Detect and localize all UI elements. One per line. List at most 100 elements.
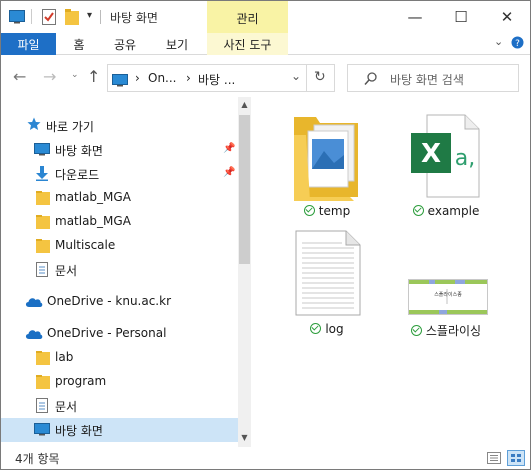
- nav-quick-access[interactable]: 바로 가기: [1, 114, 238, 138]
- nav-label: 바탕 화면: [55, 144, 103, 158]
- address-bar[interactable]: › On... › 바탕 ... ⌄ ↻: [107, 64, 335, 92]
- nav-onedrive-personal[interactable]: OneDrive - Personal: [1, 322, 238, 346]
- refresh-icon[interactable]: ↻: [314, 69, 326, 85]
- title-bar: ▾ 바탕 화면 관리 — ☐ ✕: [1, 1, 530, 33]
- nav-documents[interactable]: 문서: [1, 258, 238, 282]
- nav-desktop-pinned[interactable]: 바탕 화면 📌: [1, 138, 238, 162]
- tab-share[interactable]: 공유: [105, 33, 145, 55]
- nav-onedrive-knu[interactable]: OneDrive - knu.ac.kr: [1, 290, 238, 314]
- tab-picture-tools[interactable]: 사진 도구: [207, 33, 288, 55]
- file-list-pane: temp X a, example log 스플라이스종 스플라이싱: [252, 97, 530, 447]
- address-desktop-icon: [112, 72, 128, 91]
- nav-label: program: [55, 374, 107, 388]
- desktop-icon: [34, 423, 50, 439]
- forward-arrow-icon[interactable]: →: [43, 67, 56, 86]
- ribbon-tabs: 파일 홈 공유 보기 사진 도구 ⌄ ?: [1, 33, 530, 55]
- details-view-icon[interactable]: [487, 452, 501, 467]
- nav-label: OneDrive - knu.ac.kr: [47, 294, 172, 308]
- file-explorer-window: ▾ 바탕 화면 관리 — ☐ ✕ 파일 홈 공유 보기 사진 도구 ⌄ ? ← …: [0, 0, 531, 470]
- file-name: example: [427, 204, 480, 218]
- sync-check-icon: [412, 205, 424, 216]
- nav-label: 바로 가기: [46, 120, 94, 134]
- svg-text:X: X: [421, 139, 441, 169]
- window-title: 바탕 화면: [110, 11, 158, 25]
- close-icon: ✕: [500, 8, 514, 26]
- help-icon[interactable]: ?: [511, 36, 524, 52]
- pin-icon[interactable]: 📌: [223, 143, 235, 154]
- folder-icon: [36, 239, 50, 256]
- nav-label: lab: [55, 350, 74, 364]
- folder-icon: [36, 215, 50, 232]
- qat-dropdown-icon[interactable]: ▾: [87, 10, 92, 21]
- image-thumbnail-icon: 스플라이스종: [408, 279, 488, 315]
- manage-context-tab[interactable]: 관리: [207, 1, 288, 33]
- nav-folder-program[interactable]: program: [1, 370, 238, 394]
- properties-icon[interactable]: [42, 9, 56, 29]
- nav-label: 다운로드: [55, 168, 100, 182]
- file-name-row: log: [272, 322, 382, 336]
- file-item-temp[interactable]: temp: [272, 111, 382, 223]
- nav-onedrive-documents[interactable]: 문서: [1, 394, 238, 418]
- file-name: log: [325, 322, 344, 336]
- pin-icon[interactable]: 📌: [223, 167, 235, 178]
- document-icon: [36, 398, 48, 416]
- nav-label: OneDrive - Personal: [47, 326, 167, 340]
- file-name-row: temp: [272, 204, 382, 218]
- back-arrow-icon[interactable]: ←: [13, 67, 26, 86]
- nav-label: Multiscale: [55, 238, 116, 252]
- svg-text:?: ?: [515, 39, 520, 49]
- expand-ribbon-icon[interactable]: ⌄: [494, 35, 503, 48]
- cloud-icon: [25, 296, 43, 310]
- folder-with-images-icon: [290, 111, 362, 204]
- search-box[interactable]: 바탕 화면 검색: [347, 64, 519, 92]
- breadcrumb-desktop[interactable]: 바탕 ...: [198, 71, 235, 88]
- excel-file-icon: X a,: [409, 111, 481, 204]
- title-separator: [100, 10, 101, 24]
- nav-folder-lab[interactable]: lab: [1, 346, 238, 370]
- nav-label: matlab_MGA: [55, 214, 131, 228]
- up-arrow-icon[interactable]: ↑: [87, 67, 100, 86]
- tab-home[interactable]: 홈: [61, 33, 97, 55]
- breadcrumb-onedrive[interactable]: On...: [148, 71, 177, 85]
- file-name: 스플라이싱: [425, 324, 482, 338]
- address-separator: [306, 65, 307, 91]
- minimize-icon: —: [407, 8, 423, 26]
- nav-folder-matlab-mga-1[interactable]: matlab_MGA: [1, 186, 238, 210]
- explorer-app-icon[interactable]: [9, 9, 25, 28]
- tab-view[interactable]: 보기: [157, 33, 197, 55]
- maximize-icon: ☐: [454, 8, 468, 26]
- nav-label: matlab_MGA: [55, 190, 131, 204]
- scrollbar-thumb[interactable]: [239, 115, 250, 264]
- scroll-up-icon[interactable]: ▲: [238, 100, 251, 109]
- thumbnail-caption: 스플라이스종: [434, 292, 462, 298]
- search-placeholder: 바탕 화면 검색: [390, 73, 464, 87]
- cloud-icon: [25, 328, 43, 342]
- file-item-example[interactable]: X a, example: [391, 111, 501, 223]
- file-item-log[interactable]: log: [272, 229, 382, 341]
- nav-scrollbar[interactable]: ▲ ▼: [238, 97, 251, 447]
- nav-folder-matlab-mga-2[interactable]: matlab_MGA: [1, 210, 238, 234]
- breadcrumb-separator-icon[interactable]: ›: [135, 71, 140, 85]
- nav-folder-multiscale[interactable]: Multiscale: [1, 234, 238, 258]
- tab-file[interactable]: 파일: [1, 33, 56, 55]
- address-dropdown-icon[interactable]: ⌄: [291, 69, 301, 83]
- svg-text:a,: a,: [455, 146, 475, 171]
- address-row: ← → ⌄ ↑ › On... › 바탕 ... ⌄ ↻ 바탕 화면 검색: [1, 61, 530, 93]
- breadcrumb-separator-icon[interactable]: ›: [186, 71, 191, 85]
- new-folder-icon[interactable]: [65, 9, 79, 29]
- file-name: temp: [318, 204, 351, 218]
- large-icons-view-icon[interactable]: [507, 450, 525, 466]
- recent-dropdown-icon[interactable]: ⌄: [71, 70, 79, 80]
- nav-onedrive-desktop[interactable]: 바탕 화면: [1, 418, 238, 442]
- nav-downloads[interactable]: 다운로드 📌: [1, 162, 238, 186]
- search-icon: [364, 71, 377, 90]
- sync-check-icon: [303, 205, 315, 216]
- file-item-splicing[interactable]: 스플라이스종 스플라이싱: [391, 229, 501, 341]
- nav-label: 문서: [55, 400, 78, 414]
- qat-separator: [31, 9, 32, 24]
- minimize-button[interactable]: —: [392, 1, 438, 33]
- maximize-button[interactable]: ☐: [438, 1, 484, 33]
- scroll-down-icon[interactable]: ▼: [238, 433, 251, 442]
- close-button[interactable]: ✕: [484, 1, 530, 33]
- sync-check-icon: [310, 323, 322, 334]
